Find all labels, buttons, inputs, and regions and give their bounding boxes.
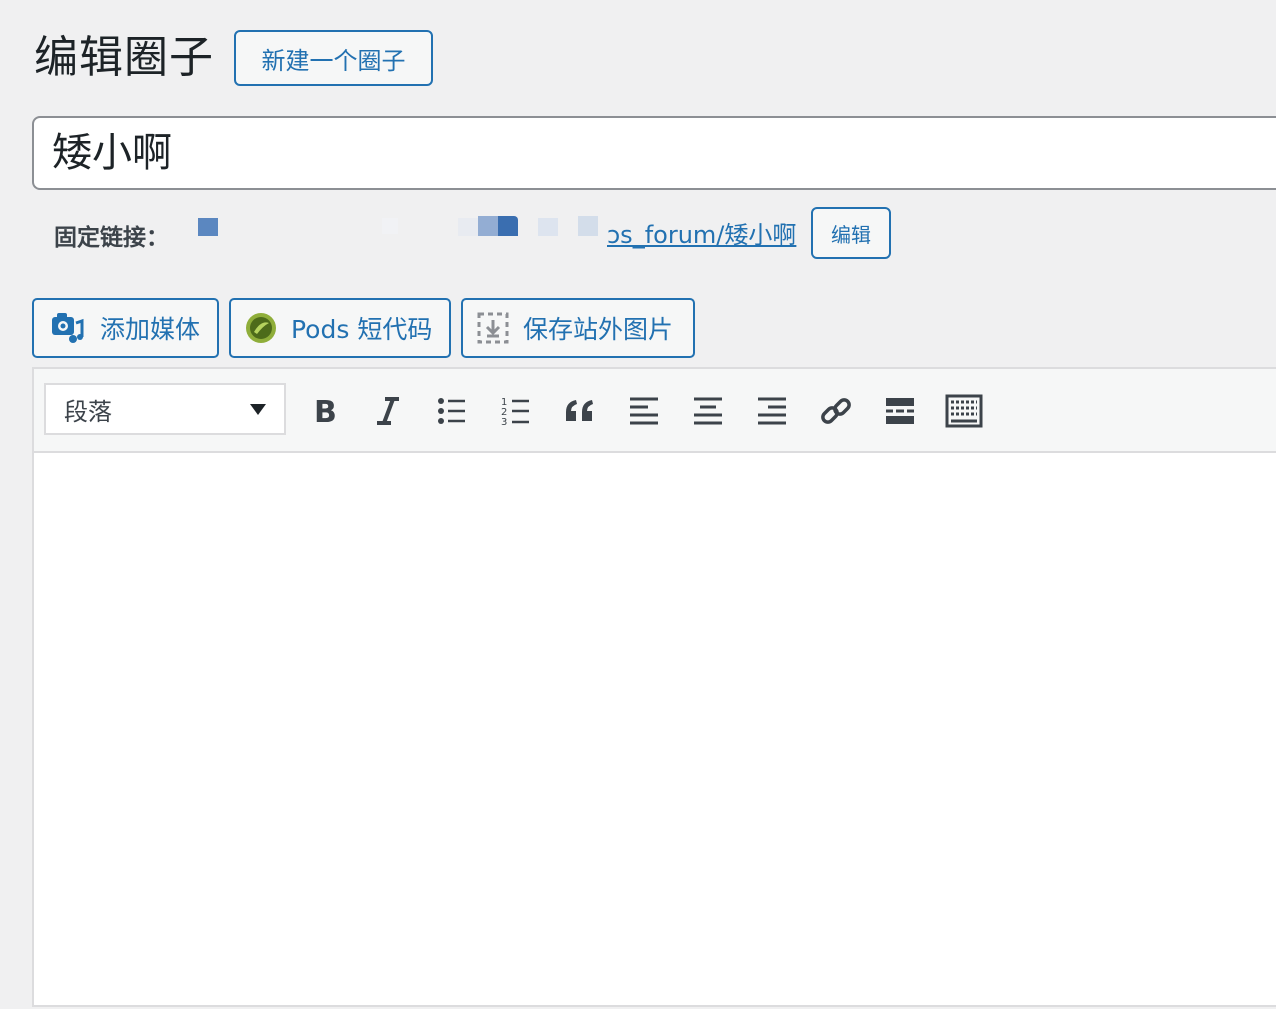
permalink-label: 固定链接： bbox=[54, 225, 169, 251]
permalink-row: 固定链接： ɔs_forum/矮小啊 编辑 bbox=[54, 206, 1276, 260]
redacted-block bbox=[198, 218, 218, 236]
save-external-images-button[interactable]: 保存站外图片 bbox=[461, 298, 695, 358]
pods-shortcode-button[interactable]: Pods 短代码 bbox=[229, 298, 451, 358]
editor-toolbar: 段落 B 1 2 3 bbox=[34, 369, 1276, 453]
editor-content-area[interactable] bbox=[34, 453, 1276, 1009]
align-right-icon[interactable] bbox=[750, 389, 794, 433]
italic-icon[interactable] bbox=[366, 389, 410, 433]
link-icon[interactable] bbox=[814, 389, 858, 433]
redacted-block bbox=[458, 218, 478, 236]
chevron-down-icon bbox=[250, 403, 266, 415]
align-center-icon[interactable] bbox=[686, 389, 730, 433]
numbered-list-icon[interactable]: 1 2 3 bbox=[494, 389, 538, 433]
redacted-block bbox=[382, 218, 398, 234]
permalink-url-link[interactable]: ɔs_forum/矮小啊 bbox=[607, 215, 796, 250]
download-dashed-icon bbox=[477, 312, 509, 344]
permalink-edit-button[interactable]: 编辑 bbox=[811, 207, 891, 259]
read-more-icon[interactable] bbox=[878, 389, 922, 433]
bold-icon[interactable]: B bbox=[302, 389, 346, 433]
pods-shortcode-label: Pods 短代码 bbox=[291, 315, 433, 344]
svg-text:3: 3 bbox=[501, 417, 507, 427]
content-editor: 段落 B 1 2 3 bbox=[32, 367, 1276, 1007]
post-title-input[interactable]: 矮小啊 bbox=[32, 116, 1276, 190]
redacted-block bbox=[498, 216, 518, 236]
blockquote-icon[interactable] bbox=[558, 389, 602, 433]
add-new-button[interactable]: 新建一个圈子 bbox=[234, 30, 433, 86]
format-select[interactable]: 段落 bbox=[44, 383, 286, 435]
media-icon bbox=[50, 311, 84, 345]
add-media-button[interactable]: 添加媒体 bbox=[32, 298, 219, 358]
bullet-list-icon[interactable] bbox=[430, 389, 474, 433]
save-external-images-label: 保存站外图片 bbox=[523, 315, 674, 344]
svg-text:B: B bbox=[314, 395, 337, 427]
redacted-block bbox=[478, 216, 498, 236]
add-media-label: 添加媒体 bbox=[100, 315, 201, 344]
toolbar-toggle-icon[interactable] bbox=[942, 389, 986, 433]
pods-logo-icon bbox=[245, 312, 277, 344]
format-select-value: 段落 bbox=[64, 397, 112, 426]
redacted-block bbox=[578, 216, 598, 236]
align-left-icon[interactable] bbox=[622, 389, 666, 433]
page-title: 编辑圈子 bbox=[34, 32, 214, 83]
redacted-block bbox=[538, 218, 558, 236]
page-header: 编辑圈子 新建一个圈子 bbox=[34, 28, 433, 88]
